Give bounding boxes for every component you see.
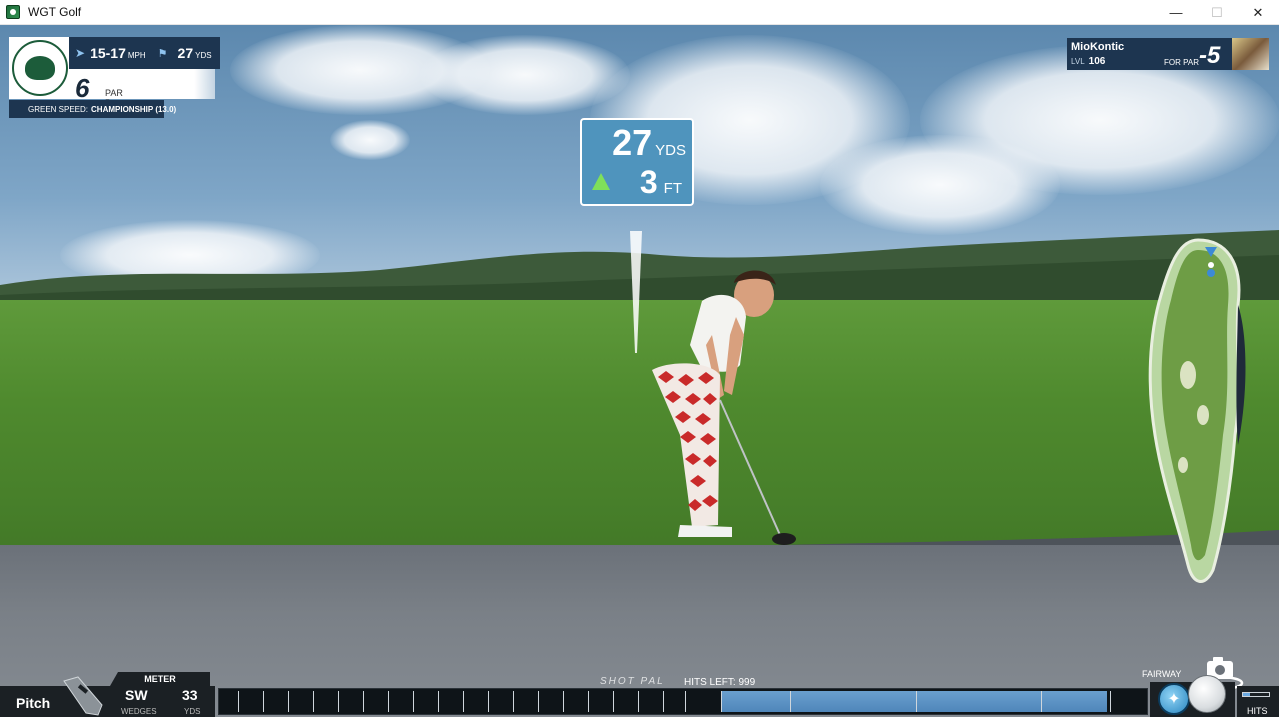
meter-tab[interactable]: METER bbox=[110, 672, 210, 686]
meter-tick bbox=[438, 691, 439, 712]
meter-tick bbox=[238, 691, 239, 712]
window-titlebar: WGT Golf — ☐ ✕ bbox=[0, 0, 1279, 25]
cloud bbox=[330, 120, 410, 160]
club-distance-unit: YDS bbox=[184, 707, 201, 716]
elevation-value: 3 bbox=[639, 164, 658, 200]
club-distance: 33 bbox=[182, 687, 198, 703]
meter-tick bbox=[721, 691, 722, 712]
hits-left: HITS LEFT: 999 bbox=[684, 677, 756, 688]
window-title: WGT Golf bbox=[28, 5, 82, 19]
meter-tick bbox=[288, 691, 289, 712]
meter-tick bbox=[463, 691, 464, 712]
meter-tick bbox=[588, 691, 589, 712]
golf-ball-icon[interactable] bbox=[1188, 675, 1226, 713]
meter-tick bbox=[363, 691, 364, 712]
green-speed-bar: GREEN SPEED: CHAMPIONSHIP (13.0) bbox=[9, 100, 176, 118]
ball-lie-label: FAIRWAY bbox=[1142, 669, 1182, 679]
meter-tick bbox=[790, 691, 791, 712]
spin-icon[interactable]: ✦ bbox=[1158, 683, 1190, 715]
ball-position-icon bbox=[1207, 269, 1215, 277]
target-distance-sign: 27 YDS 3 FT bbox=[580, 118, 694, 206]
shot-pal-label: SHOT PAL bbox=[600, 676, 665, 687]
green-speed-label: GREEN SPEED: bbox=[28, 104, 89, 114]
player-level: LVL 106 bbox=[1071, 56, 1105, 67]
meter-tick bbox=[338, 691, 339, 712]
meter-tick bbox=[488, 691, 489, 712]
wind-distance-bar: ➤ 15-17 MPH ⚑ 27 YDS bbox=[69, 37, 220, 69]
shot-control-bar: METER Pitch SW WEDGES 33 YDS SHOT PAL HI… bbox=[0, 668, 1279, 717]
wind-arrow-icon: ➤ bbox=[75, 46, 86, 60]
shot-type-label[interactable]: Pitch bbox=[16, 695, 50, 711]
wind-unit: MPH bbox=[127, 50, 146, 60]
meter-tick bbox=[916, 691, 917, 712]
green-speed-value: CHAMPIONSHIP (13.0) bbox=[91, 104, 177, 114]
meter-tick bbox=[538, 691, 539, 712]
target-distance-value: 27 bbox=[612, 122, 653, 163]
club-type[interactable]: SW bbox=[125, 687, 148, 703]
swing-meter[interactable] bbox=[218, 688, 1148, 715]
meter-tick bbox=[638, 691, 639, 712]
golfer bbox=[652, 270, 796, 545]
hits-progress-fill bbox=[1243, 693, 1250, 696]
player-score-panel: MioKontic LVL 106 FOR PAR -5 bbox=[1067, 38, 1269, 70]
player-avatar bbox=[1232, 38, 1269, 70]
hits-progress-bar bbox=[1242, 692, 1270, 697]
flag-icon: ⚑ bbox=[157, 47, 168, 60]
wind-speed: 15-17 bbox=[90, 45, 126, 61]
elevation-unit: FT bbox=[663, 180, 682, 197]
swing-meter-power-zone bbox=[721, 691, 1107, 712]
pin-distance: 27 bbox=[177, 45, 194, 61]
target-distance-unit: YDS bbox=[655, 142, 686, 159]
meter-tick bbox=[1041, 691, 1042, 712]
meter-tick bbox=[613, 691, 614, 712]
player-level-label: LVL bbox=[1071, 57, 1085, 66]
maximize-button[interactable]: ☐ bbox=[1196, 0, 1238, 25]
meter-tick bbox=[685, 691, 686, 712]
close-button[interactable]: ✕ bbox=[1237, 0, 1279, 25]
meter-tick bbox=[1110, 691, 1111, 712]
player-score: -5 bbox=[1199, 42, 1221, 69]
elevation-up-arrow-icon bbox=[592, 173, 610, 190]
hole-minimap[interactable] bbox=[1143, 235, 1248, 585]
meter-tick bbox=[413, 691, 414, 712]
for-par-label: FOR PAR bbox=[1164, 58, 1199, 67]
meter-tick bbox=[563, 691, 564, 712]
meter-tick bbox=[313, 691, 314, 712]
meter-tick bbox=[263, 691, 264, 712]
pin-distance-unit: YDS bbox=[195, 50, 212, 60]
club-head-icon[interactable] bbox=[62, 675, 106, 717]
cypress-tree-icon bbox=[25, 56, 55, 80]
hits-label: HITS bbox=[1247, 706, 1268, 716]
meter-tick bbox=[663, 691, 664, 712]
course-logo bbox=[12, 40, 68, 96]
player-level-value: 106 bbox=[1088, 56, 1106, 67]
club-category: WEDGES bbox=[121, 707, 157, 716]
player-name: MioKontic bbox=[1071, 41, 1125, 53]
meter-tick bbox=[513, 691, 514, 712]
wgt-app-icon bbox=[6, 5, 20, 19]
minimize-button[interactable]: — bbox=[1155, 0, 1197, 25]
meter-tick bbox=[388, 691, 389, 712]
